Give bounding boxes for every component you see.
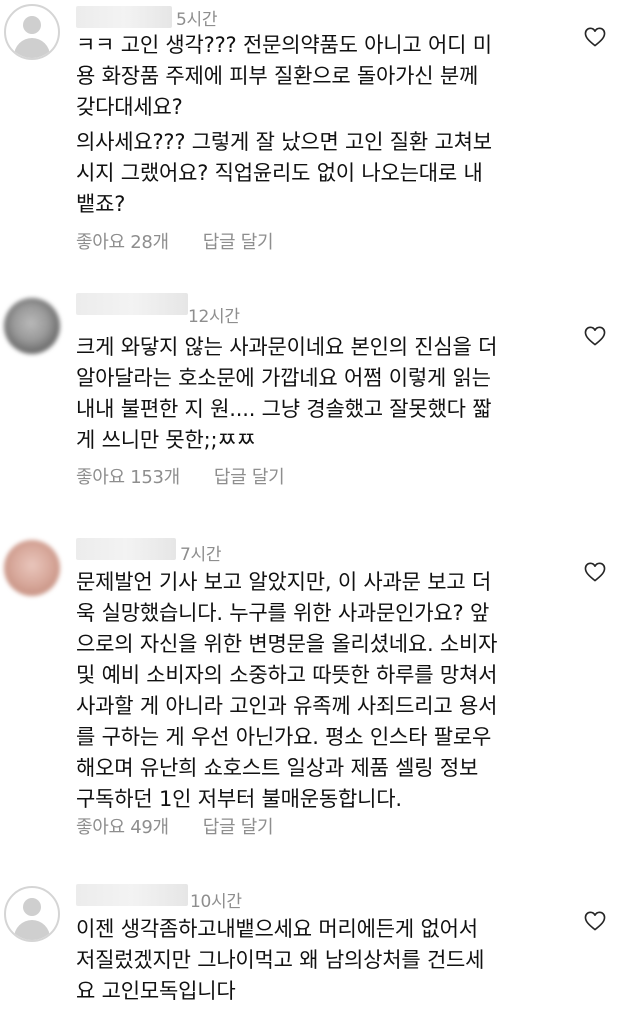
reply-button[interactable]: 답글 달기 [214, 463, 285, 489]
comment-meta: 좋아요 153개 답글 달기 [76, 463, 285, 489]
comment-paragraph: 크게 와닿지 않는 사과문이네요 본인의 진심을 더 알아달라는 호소문에 가깝… [76, 335, 498, 452]
comment-paragraph: 문제발언 기사 보고 알았지만, 이 사과문 보고 더 욱 실망했습니다. 누구… [76, 570, 498, 811]
comment-paragraph: 의사세요??? 그렇게 잘 났으면 고인 질환 고쳐보 시지 그랬어요? 직업윤… [76, 130, 492, 216]
reply-button[interactable]: 답글 달기 [203, 228, 274, 254]
comment-time: 12시간 [188, 307, 240, 327]
comment-paragraph: 이젠 생각좀하고내뱉으세요 머리에든게 없어서 저질렀겠지만 그나이먹고 왜 남… [76, 917, 485, 1003]
heart-outline-icon[interactable] [584, 326, 606, 346]
username-redacted[interactable] [76, 884, 188, 906]
heart-outline-icon[interactable] [584, 911, 606, 931]
avatar[interactable] [4, 298, 60, 354]
comment-text: 문제발언 기사 보고 알았지만, 이 사과문 보고 더 욱 실망했습니다. 누구… [76, 567, 556, 815]
like-count[interactable]: 좋아요 49개 [76, 813, 169, 839]
avatar[interactable] [4, 886, 60, 942]
username-redacted[interactable] [76, 6, 172, 28]
username-redacted[interactable] [76, 293, 188, 315]
username-redacted[interactable] [76, 538, 176, 560]
comment-time: 5시간 [176, 10, 218, 30]
like-count[interactable]: 좋아요 28개 [76, 228, 169, 254]
heart-outline-icon[interactable] [584, 27, 606, 47]
comment-meta: 좋아요 28개 답글 달기 [76, 228, 274, 254]
comment-text: 이젠 생각좀하고내뱉으세요 머리에든게 없어서 저질렀겠지만 그나이먹고 왜 남… [76, 914, 556, 1007]
avatar[interactable] [4, 4, 60, 60]
comment-text: ㅋㅋ 고인 생각??? 전문의약품도 아니고 어디 미 용 화장품 주제에 피부… [76, 30, 556, 220]
comment-paragraph: ㅋㅋ 고인 생각??? 전문의약품도 아니고 어디 미 용 화장품 주제에 피부… [76, 33, 492, 119]
reply-button[interactable]: 답글 달기 [203, 813, 274, 839]
comment-time: 10시간 [190, 892, 242, 912]
heart-outline-icon[interactable] [584, 562, 606, 582]
like-count[interactable]: 좋아요 153개 [76, 463, 180, 489]
comment-meta: 좋아요 49개 답글 달기 [76, 813, 274, 839]
comment-text: 크게 와닿지 않는 사과문이네요 본인의 진심을 더 알아달라는 호소문에 가깝… [76, 332, 556, 456]
comment-time: 7시간 [180, 545, 222, 565]
avatar[interactable] [4, 540, 60, 596]
